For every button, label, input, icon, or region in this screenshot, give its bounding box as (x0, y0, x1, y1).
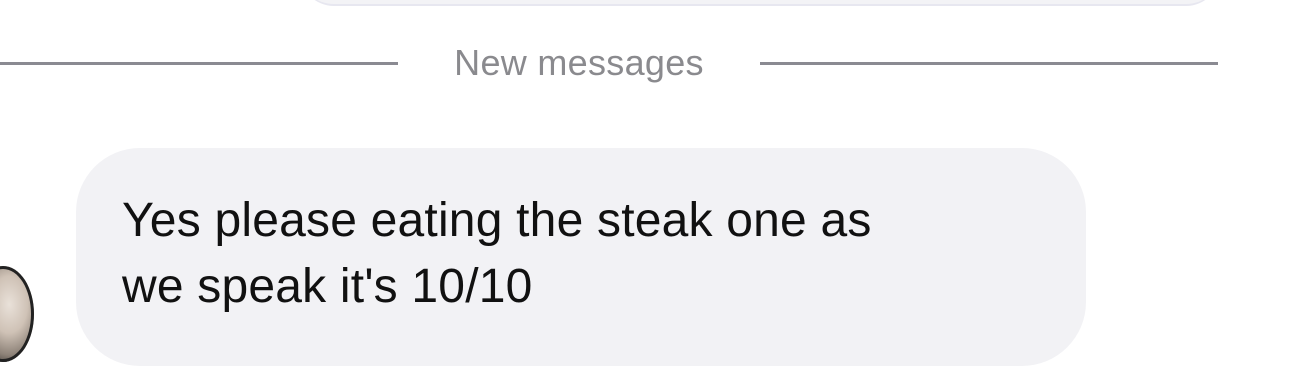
message-text: Yes please eating the steak one as we sp… (122, 194, 872, 313)
new-messages-label: New messages (454, 42, 704, 83)
message-bubble[interactable]: Yes please eating the steak one as we sp… (76, 148, 1086, 366)
avatar[interactable] (0, 266, 34, 362)
divider-line (0, 61, 398, 65)
new-messages-divider: New messages (0, 36, 1218, 90)
divider-line (760, 61, 1218, 65)
previous-message-bubble (300, 0, 1220, 6)
